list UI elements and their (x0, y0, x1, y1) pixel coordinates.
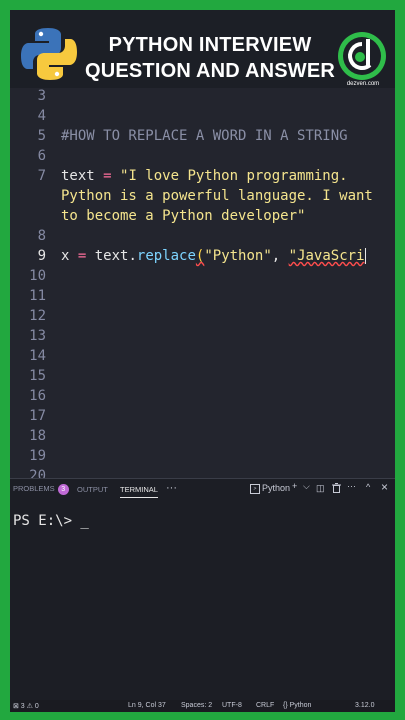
code-line-7: text = "I love Python programming. (61, 168, 348, 184)
terminal-icon: > (250, 483, 260, 494)
string-literal-part3: to become a Python developer" (61, 208, 306, 224)
dezven-logo-icon (338, 32, 386, 80)
line-number: 14 (29, 348, 46, 364)
comma: , (271, 248, 289, 264)
line-number: 16 (29, 388, 46, 404)
line-number: 19 (29, 448, 46, 464)
assign-operator: = (94, 168, 121, 184)
banner-title-line1: PYTHON INTERVIEW (108, 34, 312, 56)
close-panel-icon[interactable]: × (381, 480, 388, 494)
line-number: 18 (29, 428, 46, 444)
tab-problems-label: PROBLEMS (13, 484, 55, 493)
string-literal-part1: "I love Python programming. (120, 168, 348, 184)
status-bar: ⊠ 3 ⚠ 0 Ln 9, Col 37 Spaces: 2 UTF-8 CRL… (10, 700, 395, 712)
problems-count-badge: 3 (57, 484, 69, 495)
status-indentation[interactable]: Spaces: 2 (181, 702, 212, 709)
line-number: 3 (37, 88, 46, 104)
code-editor[interactable]: 3 4 5 6 7 8 9 10 11 12 13 14 15 16 17 18… (10, 88, 395, 478)
line-number: 12 (29, 308, 46, 324)
status-language[interactable]: {} Python (283, 702, 311, 709)
code-comment: #HOW TO REPLACE A WORD IN A STRING (61, 128, 348, 144)
trash-icon[interactable] (332, 483, 341, 495)
line-number: 10 (29, 268, 46, 284)
line-number-gutter: 3 4 5 6 7 8 9 10 11 12 13 14 15 16 17 18… (10, 88, 48, 478)
new-terminal-icon[interactable]: + (292, 481, 297, 491)
line-number: 17 (29, 408, 46, 424)
argument-2: "JavaScri (288, 248, 365, 264)
assign-operator: = (69, 248, 95, 264)
line-number: 4 (37, 108, 46, 124)
object-ref: text. (94, 248, 137, 264)
terminal-profile[interactable]: > Python (250, 483, 290, 494)
terminal-profile-label: Python (262, 483, 291, 493)
line-number: 13 (29, 328, 46, 344)
brand-url: dezven.com (346, 81, 380, 87)
line-number-active: 9 (37, 248, 46, 264)
tab-terminal[interactable]: TERMINAL (120, 485, 158, 498)
banner-title-line2: QUESTION AND ANSWER (84, 60, 336, 82)
split-terminal-icon[interactable]: ◫ (316, 483, 325, 494)
status-eol[interactable]: CRLF (256, 702, 274, 709)
chevron-down-icon[interactable]: ⌵ (303, 481, 310, 492)
panel-tabs: PROBLEMS 3 OUTPUT TERMINAL ··· > Python + … (10, 479, 395, 499)
string-literal-part2: Python is a powerful language. I want (61, 188, 373, 204)
text-cursor (364, 248, 366, 264)
panel-more-icon[interactable]: ··· (166, 482, 177, 494)
line-number: 15 (29, 368, 46, 384)
maximize-panel-icon[interactable]: ^ (366, 482, 370, 492)
method-name: replace (136, 248, 196, 264)
status-problems[interactable]: ⊠ 3 ⚠ 0 (13, 702, 39, 710)
line-number: 11 (29, 288, 46, 304)
status-encoding[interactable]: UTF-8 (222, 702, 242, 709)
python-logo-icon (21, 28, 77, 80)
status-python-version[interactable]: 3.12.0 (355, 702, 374, 709)
line-number: 20 (29, 468, 46, 478)
status-cursor-position[interactable]: Ln 9, Col 37 (128, 702, 166, 709)
line-number: 8 (37, 228, 46, 244)
argument-1: "Python" (204, 248, 272, 264)
code-line-9: x = text.replace("Python", "JavaScri (61, 248, 366, 264)
line-number: 7 (37, 168, 46, 184)
variable-text: text (61, 168, 95, 184)
more-actions-icon[interactable]: ··· (347, 481, 356, 491)
terminal-prompt[interactable]: PS E:\> _ (13, 513, 89, 529)
bottom-panel: PROBLEMS 3 OUTPUT TERMINAL ··· > Python + … (10, 478, 395, 701)
tab-output[interactable]: OUTPUT (77, 485, 108, 494)
tab-problems[interactable]: PROBLEMS 3 (13, 484, 69, 495)
line-number: 6 (37, 148, 46, 164)
line-number: 5 (37, 128, 46, 144)
